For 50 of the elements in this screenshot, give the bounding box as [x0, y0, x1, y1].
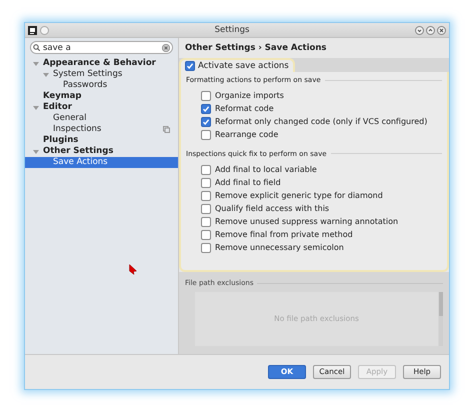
option-label: Add final to field — [215, 176, 281, 188]
maximize-icon[interactable] — [426, 26, 435, 34]
app-icon — [28, 26, 37, 34]
expanded-arrow-icon[interactable] — [33, 60, 39, 66]
option-label: Reformat code — [215, 103, 274, 115]
tree-item[interactable]: System Settings — [25, 69, 178, 80]
option-label: Add final to local variable — [215, 164, 317, 176]
option-label: Remove unnecessary semicolon — [215, 242, 344, 254]
expanded-arrow-icon[interactable] — [43, 72, 49, 78]
close-icon[interactable] — [437, 26, 446, 34]
checkbox[interactable] — [201, 216, 211, 226]
checkbox[interactable] — [201, 164, 211, 174]
checkbox[interactable] — [201, 190, 211, 200]
checked-checkbox[interactable] — [201, 104, 211, 114]
search-field[interactable]: save a — [30, 41, 173, 54]
checkbox[interactable] — [201, 230, 211, 240]
expanded-arrow-icon[interactable] — [33, 104, 39, 110]
cursor-icon — [129, 264, 137, 275]
option-label: Organize imports — [215, 90, 284, 102]
search-icon — [33, 44, 40, 51]
option-label: Remove final from private method — [215, 228, 353, 240]
tree-item[interactable]: Passwords — [25, 80, 178, 91]
option-label: Reformat only changed code (only if VCS configured) — [215, 116, 428, 128]
checkbox[interactable] — [201, 130, 211, 140]
tree-item[interactable]: Plugins — [25, 135, 178, 146]
tree-item[interactable]: Save Actions — [25, 157, 178, 168]
activate-option[interactable]: Activate save actions — [179, 58, 295, 72]
tree-item[interactable]: Appearance & Behavior — [25, 58, 178, 69]
tree-item[interactable]: Inspections — [25, 124, 178, 135]
window-title: Settings — [214, 24, 250, 36]
checked-checkbox[interactable] — [201, 117, 211, 127]
breadcrumb: Other Settings › Save Actions — [184, 42, 328, 55]
minimize-icon[interactable] — [415, 26, 424, 34]
scrollbar[interactable] — [439, 292, 443, 346]
checkbox[interactable] — [201, 91, 211, 101]
tree-item[interactable]: Other Settings — [25, 146, 178, 157]
option-label: Remove explicit generic type for diamond — [215, 190, 383, 202]
expanded-arrow-icon[interactable] — [33, 148, 39, 154]
tree-item[interactable]: General — [25, 113, 178, 124]
checkbox[interactable] — [201, 204, 211, 214]
checked-checkbox[interactable] — [185, 61, 195, 71]
option-label: Qualify field access with this — [215, 202, 330, 214]
tree-item[interactable]: Editor — [25, 102, 178, 113]
circle-icon[interactable] — [40, 26, 49, 34]
option-label: Remove unused suppress warning annotation — [215, 216, 398, 228]
clear-icon[interactable] — [162, 44, 170, 52]
checkbox[interactable] — [201, 178, 211, 188]
option-label: Rearrange code — [215, 129, 278, 141]
checkbox[interactable] — [201, 242, 211, 252]
tree-item[interactable]: Keymap — [25, 91, 178, 102]
